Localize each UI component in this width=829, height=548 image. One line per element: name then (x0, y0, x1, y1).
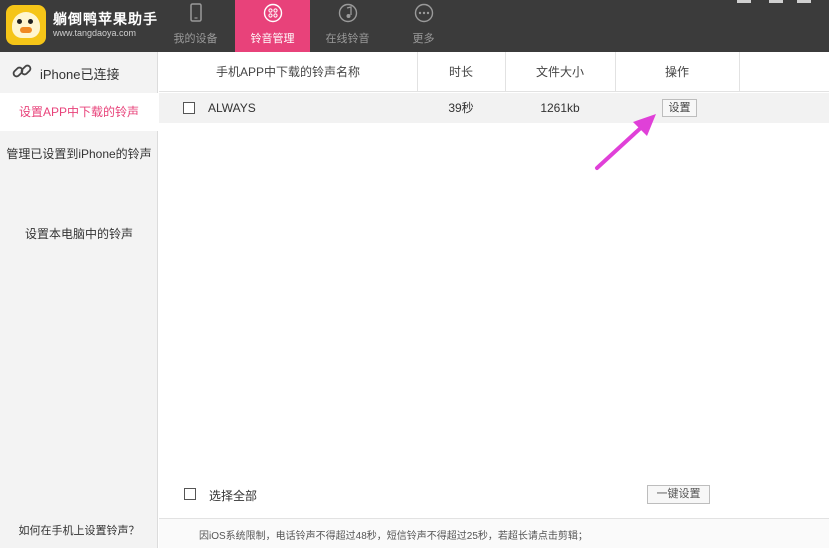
link-icon (12, 64, 32, 78)
tab-label: 更多 (412, 33, 435, 45)
sidebar-item-pc-ringtones[interactable]: 设置本电脑中的铃声 (0, 225, 158, 242)
brand-title: 躺倒鸭苹果助手 (53, 11, 158, 27)
connection-status: iPhone已连接 (0, 52, 158, 92)
music-note-icon (338, 3, 357, 23)
app-window: 躺倒鸭苹果助手 www.tangdaoya.com 我的设备 铃音管理 在线铃音… (0, 0, 829, 548)
minimize-button[interactable] (737, 0, 751, 3)
connection-status-text: iPhone已连接 (40, 67, 120, 82)
help-link[interactable]: 如何在手机上设置铃声？ (0, 522, 158, 538)
select-all-label: 选择全部 (209, 489, 258, 503)
select-all-checkbox[interactable] (184, 488, 196, 500)
tab-my-device[interactable]: 我的设备 (158, 0, 233, 52)
notice-text: 因iOS系统限制，电话铃声不得超过48秒，短信铃声不得超过25秒，若超长请点击剪… (199, 531, 588, 542)
notice-bar: 因iOS系统限制，电话铃声不得超过48秒，短信铃声不得超过25秒，若超长请点击剪… (159, 518, 829, 548)
duck-logo-icon (6, 5, 46, 45)
close-button[interactable] (797, 0, 811, 3)
tab-label: 铃音管理 (250, 33, 295, 45)
tab-online-ringtones[interactable]: 在线铃音 (310, 0, 385, 52)
one-click-set-button[interactable]: 一键设置 (647, 485, 710, 504)
bottom-actions: 选择全部 一键设置 (159, 482, 829, 506)
main-panel: 手机APP中下载的铃声名称 时长 文件大小 操作 ALWAYS 39秒 1261… (159, 52, 829, 548)
tab-label: 在线铃音 (325, 33, 370, 45)
more-icon (414, 3, 433, 23)
sidebar-item-app-ringtones[interactable]: 设置APP中下载的铃声 (0, 93, 158, 131)
tab-label: 我的设备 (173, 33, 218, 45)
tab-ringtone-management[interactable]: 铃音管理 (235, 0, 310, 52)
top-bar: 躺倒鸭苹果助手 www.tangdaoya.com 我的设备 铃音管理 在线铃音… (0, 0, 829, 52)
ringtone-icon (263, 3, 282, 23)
tab-more[interactable]: 更多 (386, 0, 461, 52)
sidebar-item-manage-iphone-ringtones[interactable]: 管理已设置到iPhone的铃声 (0, 145, 158, 162)
maximize-button[interactable] (769, 0, 783, 3)
annotation-arrow-icon (595, 114, 656, 170)
brand: 躺倒鸭苹果助手 www.tangdaoya.com (0, 0, 162, 52)
window-controls (735, 0, 815, 8)
sidebar: iPhone已连接 设置APP中下载的铃声 管理已设置到iPhone的铃声 设置… (0, 52, 158, 548)
phone-icon (189, 3, 202, 22)
brand-url: www.tangdaoya.com (53, 28, 137, 38)
